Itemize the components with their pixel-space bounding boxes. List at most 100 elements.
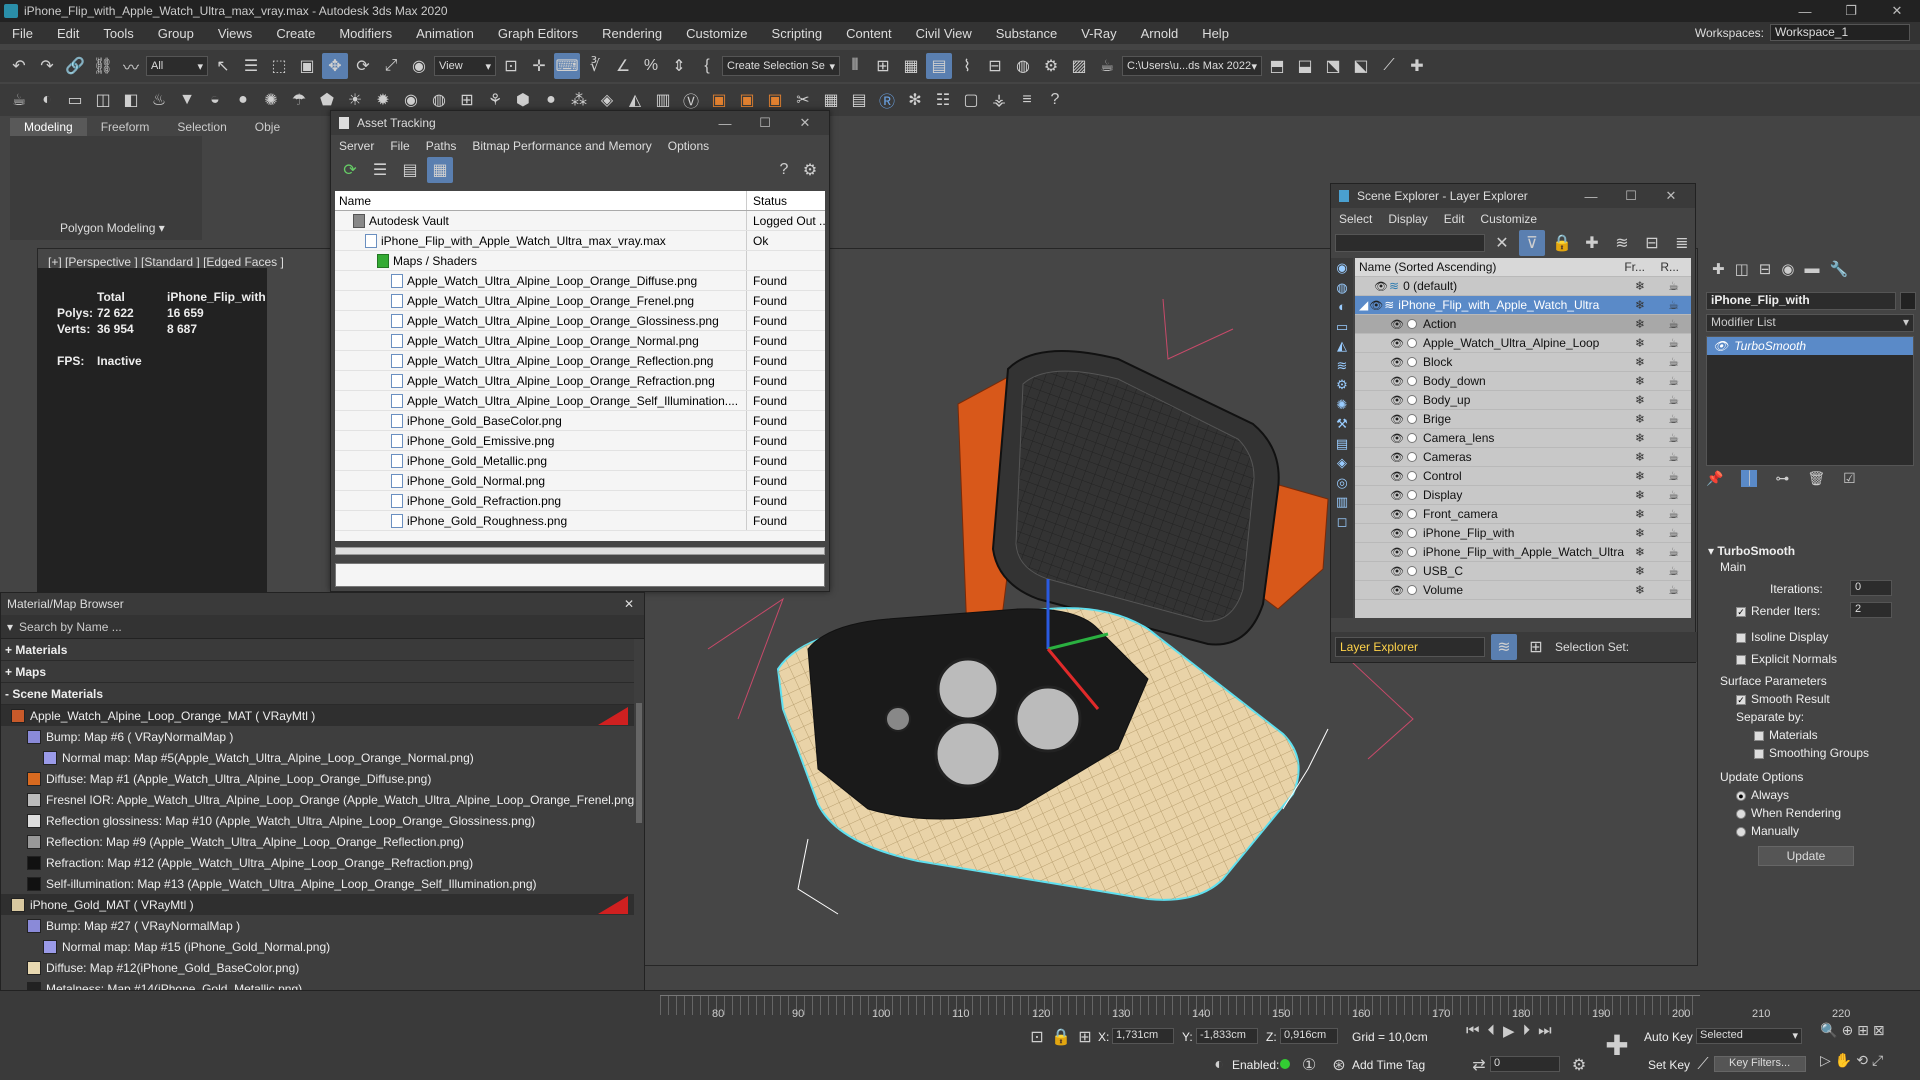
se-col-name[interactable]: Name (Sorted Ascending) [1355,260,1496,274]
layer-explorer-icon[interactable]: ▦ [898,53,924,79]
freeze-icon[interactable]: ❄ [1635,450,1645,464]
display-tab-icon[interactable]: ▬ [1804,260,1819,278]
panel-icon[interactable]: ▤ [846,87,872,113]
abs-rel-icon[interactable]: ⊞ [1072,1024,1098,1050]
track-bar[interactable] [660,995,1700,1015]
render-teapot-icon[interactable]: ☕ [1668,431,1679,445]
mb-close-button[interactable]: ✕ [624,597,634,611]
remove-modifier-icon[interactable]: 🗑 [1807,470,1825,487]
eye-icon[interactable]: 👁 [1389,527,1405,540]
info-icon[interactable]: ① [1296,1052,1322,1078]
list-item[interactable]: Fresnel IOR: Apple_Watch_Ultra_Alpine_Lo… [1,789,634,810]
explicit-normals-checkbox[interactable] [1736,654,1746,665]
expand-arrow-icon[interactable]: ◢ [1359,298,1368,312]
help-icon[interactable]: ? [1042,87,1068,113]
project-icon-2[interactable]: ⬓ [1292,53,1318,79]
list-item[interactable]: Normal map: Map #5(Apple_Watch_Ultra_Alp… [1,747,634,768]
vray-box-icon[interactable]: ▭ [62,87,88,113]
mb-section-0[interactable]: + Materials [1,639,634,661]
at-menu-file[interactable]: File [390,139,409,153]
snap-options-icon[interactable]: ⟋ [1376,53,1402,79]
manually-radio[interactable] [1736,826,1746,837]
align-icon[interactable]: ⊞ [870,53,896,79]
scene-explorer-titlebar[interactable]: Scene Explorer - Layer Explorer — ☐ ✕ [1331,184,1695,208]
table-row[interactable]: iPhone_Gold_BaseColor.png Found [335,411,825,431]
link-icon[interactable]: 🔗 [62,53,88,79]
eye-icon[interactable]: 👁 [1713,339,1728,353]
utilities-tab-icon[interactable]: 🔧 [1829,260,1848,278]
layer-row[interactable]: ◢ 👁 ≋ iPhone_Flip_with_Apple_Watch_Ultra ❄ ☕ [1355,296,1691,315]
modify-tab-icon[interactable]: ◫ [1735,260,1749,278]
render-icon[interactable]: ☕ [1094,53,1120,79]
set-key-icon[interactable]: ✚ [1604,1030,1630,1061]
render-setup-icon[interactable]: ⚙ [1038,53,1064,79]
render-teapot-icon[interactable]: ☕ [1668,412,1679,426]
table-row[interactable]: iPhone_Gold_Refraction.png Found [335,491,825,511]
list-item[interactable]: Self-illumination: Map #13 (Apple_Watch_… [1,873,634,894]
se-col-freeze[interactable]: Fr... [1624,260,1645,274]
keyboard-shortcut-icon[interactable]: ⌨ [554,53,580,79]
eye-icon[interactable]: 👁 [1389,470,1405,483]
menu-civil-view[interactable]: Civil View [904,26,984,41]
freeze-icon[interactable]: ❄ [1635,279,1645,293]
table-row[interactable]: Apple_Watch_Ultra_Alpine_Loop_Orange_Dif… [335,271,825,291]
se-close-button[interactable]: ✕ [1651,184,1691,208]
configure-icon[interactable]: ☑ [1843,470,1856,487]
menu-create[interactable]: Create [264,26,327,41]
project-path-dropdown[interactable]: C:\Users\u...ds Max 2022 ▾ [1122,56,1262,76]
y-coordinate-field[interactable]: -1,833cm [1196,1028,1258,1044]
render-teapot-icon[interactable]: ☕ [1668,488,1679,502]
render-teapot-icon[interactable]: ☕ [1668,564,1679,578]
menu-scripting[interactable]: Scripting [760,26,835,41]
layers-icon[interactable]: ≋ [1609,230,1635,256]
table-row[interactable]: iPhone_Gold_Roughness.png Found [335,511,825,531]
workspace-dropdown[interactable]: Workspace_1 [1770,24,1910,41]
layer-row[interactable]: 👁 Volume ❄ ☕ [1355,581,1691,600]
at-menu-bitmap-performance-and-memory[interactable]: Bitmap Performance and Memory [472,139,651,153]
mb-scrollbar[interactable] [636,703,642,823]
key-mode-icon[interactable]: ⇄ [1466,1052,1492,1078]
current-frame-field[interactable]: 0 [1490,1056,1560,1072]
snap-3d-icon[interactable]: ∛ [582,53,608,79]
layer-row[interactable]: 👁 Body_down ❄ ☕ [1355,372,1691,391]
col-status-header[interactable]: Status [747,194,825,208]
render-teapot-icon[interactable]: ☕ [1668,374,1679,388]
table-row[interactable]: Apple_Watch_Ultra_Alpine_Loop_Orange_Glo… [335,311,825,331]
turbosmooth-rollout[interactable]: ▾ TurboSmooth [1708,544,1795,558]
menu-edit[interactable]: Edit [45,26,91,41]
eye-icon[interactable]: 👁 [1389,356,1405,369]
menu-arnold[interactable]: Arnold [1129,26,1191,41]
se-col-render[interactable]: R... [1660,260,1679,274]
dropdown-arrow-icon[interactable]: ▾ [7,620,13,634]
menu-content[interactable]: Content [834,26,904,41]
manipulate-icon[interactable]: ✛ [526,53,552,79]
table-row[interactable]: iPhone_Gold_Normal.png Found [335,471,825,491]
window-icon[interactable]: ▢ [958,87,984,113]
zoom-extents-all-icon[interactable]: ⊠ [1873,1022,1885,1039]
mirror-icon[interactable]: ⫴ [842,53,868,79]
select-by-name-icon[interactable]: ☰ [238,53,264,79]
material-editor-icon[interactable]: ◍ [1010,53,1036,79]
freeze-icon[interactable]: ❄ [1635,298,1645,312]
menu-v-ray[interactable]: V-Ray [1069,26,1128,41]
object-color-swatch[interactable] [1900,292,1916,310]
render-teapot-icon[interactable]: ☕ [1668,317,1679,331]
curve-editor-icon[interactable]: ⌇ [954,53,980,79]
render-teapot-icon[interactable]: ☕ [1668,526,1679,540]
window-crossing-icon[interactable]: ▣ [294,53,320,79]
table-row[interactable]: iPhone_Gold_Emissive.png Found [335,431,825,451]
menu-graph-editors[interactable]: Graph Editors [486,26,590,41]
select-move-icon[interactable]: ✥ [322,53,348,79]
list-item[interactable]: Bump: Map #6 ( VRayNormalMap ) [1,726,634,747]
create-tab-icon[interactable]: ✚ [1712,260,1725,278]
update-button[interactable]: Update [1758,846,1854,866]
filter-icon[interactable]: ⊽ [1519,230,1545,256]
select-object-icon[interactable]: ↖ [210,53,236,79]
menu-customize[interactable]: Customize [674,26,759,41]
explorer-type-dropdown[interactable]: Layer Explorer [1335,637,1485,657]
always-radio[interactable]: ● [1736,790,1746,801]
col-name-header[interactable]: Name [335,191,747,210]
menu-tools[interactable]: Tools [91,26,145,41]
fur-icon[interactable]: ♨ [146,87,172,113]
list-item[interactable]: Reflection glossiness: Map #10 (Apple_Wa… [1,810,634,831]
